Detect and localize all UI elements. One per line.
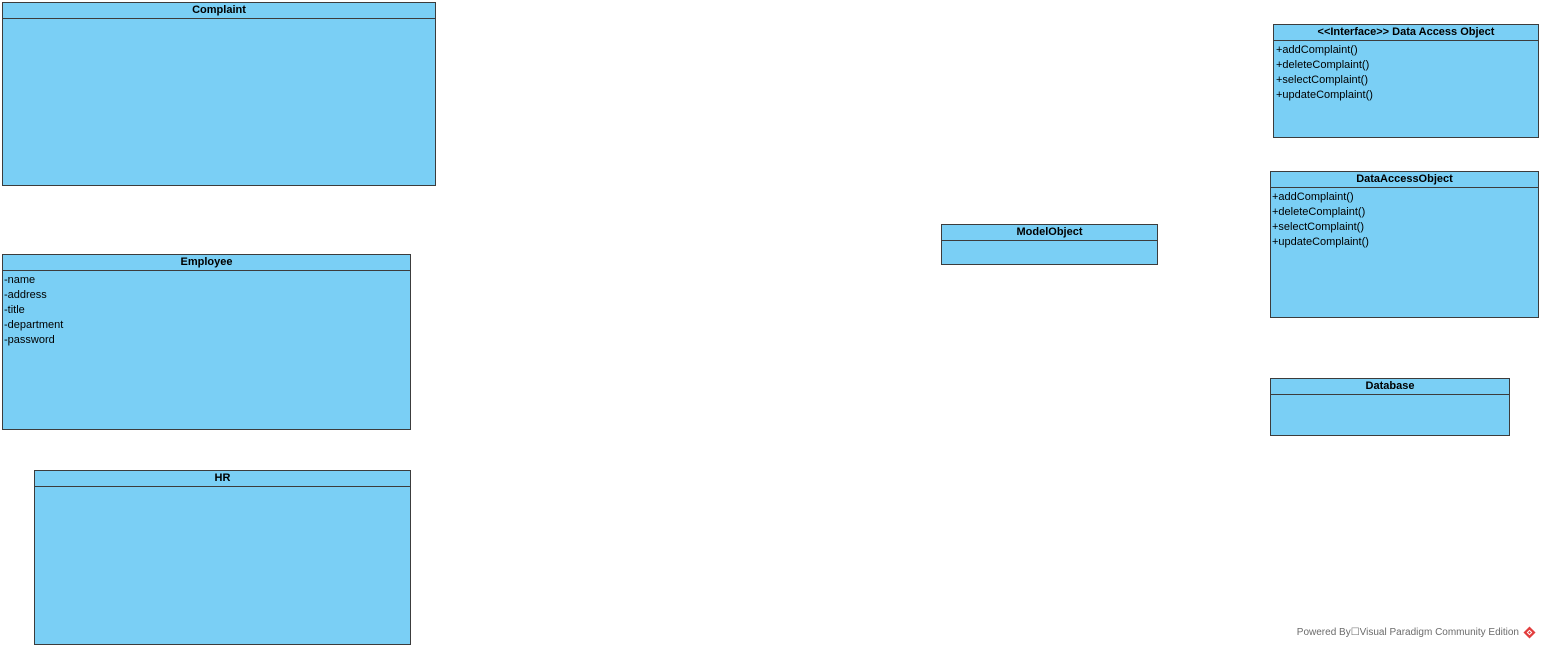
watermark-footer: Powered By☐Visual Paradigm Community Edi… — [1297, 626, 1536, 639]
class-employee[interactable]: Employee -name -address -title -departme… — [2, 254, 411, 430]
watermark-text: Powered By☐Visual Paradigm Community Edi… — [1296, 627, 1519, 638]
attribute: -title — [4, 304, 25, 316]
class-name: Complaint — [3, 3, 435, 19]
class-members — [942, 241, 1157, 243]
class-name: ModelObject — [942, 225, 1157, 241]
class-members: -name -address -title -department -passw… — [3, 271, 410, 348]
interface-data-access-object[interactable]: <<Interface>> Data Access Object +addCom… — [1273, 24, 1539, 138]
class-members: +addComplaint() +deleteComplaint() +sele… — [1274, 41, 1538, 103]
class-name: Employee — [3, 255, 410, 271]
class-name: <<Interface>> Data Access Object — [1274, 25, 1538, 41]
class-database[interactable]: Database — [1270, 378, 1510, 436]
class-data-access-object[interactable]: DataAccessObject +addComplaint() +delete… — [1270, 171, 1539, 318]
attribute: -address — [4, 289, 47, 301]
class-hr[interactable]: HR — [34, 470, 411, 645]
operation: +updateComplaint() — [1276, 89, 1373, 101]
class-members — [35, 487, 410, 489]
operation: +updateComplaint() — [1272, 236, 1369, 248]
visual-paradigm-logo-icon — [1523, 626, 1536, 639]
class-complaint[interactable]: Complaint — [2, 2, 436, 186]
class-members: +addComplaint() +deleteComplaint() +sele… — [1271, 188, 1538, 250]
attribute: -department — [4, 319, 64, 331]
operation: +deleteComplaint() — [1276, 59, 1370, 71]
operation: +selectComplaint() — [1276, 74, 1369, 86]
operation: +addComplaint() — [1272, 191, 1354, 203]
class-model-object[interactable]: ModelObject — [941, 224, 1158, 265]
class-name: HR — [35, 471, 410, 487]
operation: +selectComplaint() — [1272, 221, 1365, 233]
attribute: -name — [4, 274, 36, 286]
operation: +addComplaint() — [1276, 44, 1358, 56]
class-name: Database — [1271, 379, 1509, 395]
class-members — [3, 19, 435, 21]
class-name: DataAccessObject — [1271, 172, 1538, 188]
attribute: -password — [4, 334, 55, 346]
operation: +deleteComplaint() — [1272, 206, 1366, 218]
class-members — [1271, 395, 1509, 397]
